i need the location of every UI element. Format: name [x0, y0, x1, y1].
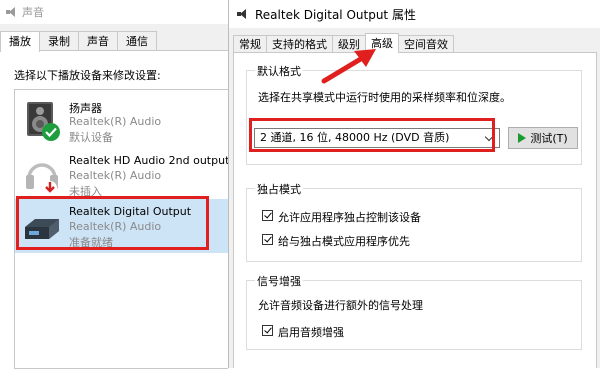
exclusive-priority-label: 给与独占模式应用程序优先	[278, 235, 410, 248]
tab-recording[interactable]: 录制	[39, 31, 79, 51]
tab-general[interactable]: 常规	[233, 35, 267, 53]
enable-enhancement-label: 启用音频增强	[278, 326, 344, 339]
sound-dialog: 声音 播放 录制 声音 通信 选择以下播放设备来修改设置: 扬声器 Realte…	[0, 0, 229, 369]
tab-communications[interactable]: 通信	[117, 31, 157, 51]
speaker-icon	[237, 9, 247, 19]
highlight-box	[249, 118, 495, 152]
device-driver: Realtek(R) Audio	[69, 169, 162, 182]
tab-spatial-sound[interactable]: 空间音效	[398, 35, 454, 53]
tab-sounds[interactable]: 声音	[78, 31, 118, 51]
exclusive-priority-checkbox[interactable]	[262, 234, 273, 245]
default-format-description: 选择在共享模式中运行时使用的采样频率和位深度。	[258, 91, 511, 104]
group-legend: 信号增强	[255, 273, 303, 289]
title-bar: 声音	[0, 0, 228, 24]
device-status: 默认设备	[69, 131, 113, 144]
tab-strip: 播放 录制 声音 通信	[0, 31, 228, 52]
allow-exclusive-label: 允许应用程序独占控制该设备	[278, 211, 421, 224]
test-button-label: 测试(T)	[530, 132, 568, 145]
headphones-icon	[26, 163, 58, 195]
properties-dialog: Realtek Digital Output 属性 常规 支持的格式 级别 高级…	[228, 0, 600, 368]
device-name: 扬声器	[69, 102, 102, 115]
device-name: Realtek HD Audio 2nd output	[69, 154, 230, 167]
device-item-speakers[interactable]: 扬声器 Realtek(R) Audio 默认设备	[15, 94, 229, 148]
device-item-hd-audio-2nd-output[interactable]: Realtek HD Audio 2nd output Realtek(R) A…	[15, 148, 229, 202]
enable-enhancement-checkbox[interactable]	[262, 325, 273, 336]
device-driver: Realtek(R) Audio	[69, 115, 162, 128]
exclusive-mode-group: 独占模式	[246, 181, 582, 262]
test-button[interactable]: 测试(T)	[508, 127, 578, 149]
tab-playback[interactable]: 播放	[0, 31, 40, 52]
group-legend: 独占模式	[255, 181, 303, 197]
group-legend: 默认格式	[255, 63, 303, 79]
speaker-icon	[27, 102, 60, 141]
title-bar: Realtek Digital Output 属性	[229, 0, 600, 28]
allow-exclusive-checkbox[interactable]	[262, 210, 273, 221]
highlight-box	[16, 196, 209, 250]
play-icon	[518, 133, 527, 143]
instruction-text: 选择以下播放设备来修改设置:	[14, 69, 161, 82]
speaker-icon	[6, 7, 16, 17]
window-title: Realtek Digital Output 属性	[255, 7, 416, 22]
window-title: 声音	[22, 6, 44, 19]
signal-enhancement-description: 允许音频设备进行额外的信号处理	[258, 299, 423, 312]
pointer-arrow-icon	[321, 49, 376, 84]
down-arrow-badge-icon	[43, 181, 57, 195]
advanced-panel: 默认格式 选择在共享模式中运行时使用的采样频率和位深度。 2 通道, 16 位,…	[233, 52, 597, 368]
check-badge-icon	[42, 123, 60, 141]
